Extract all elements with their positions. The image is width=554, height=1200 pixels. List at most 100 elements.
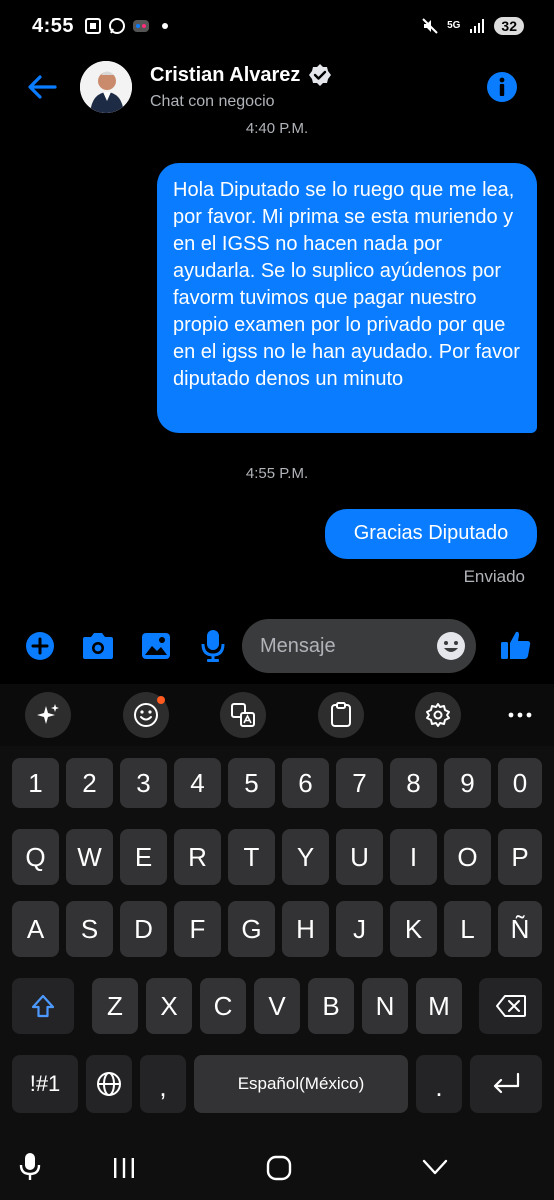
plus-circle-icon	[26, 632, 54, 660]
key-m[interactable]: M	[416, 978, 462, 1034]
microphone-icon	[201, 630, 225, 662]
status-bar: 4:55 5G 32	[0, 0, 554, 52]
settings-icon	[426, 703, 450, 727]
emoji-button[interactable]	[436, 631, 466, 661]
info-icon	[487, 72, 517, 102]
key-g[interactable]: G	[228, 901, 275, 957]
key-f[interactable]: F	[174, 901, 221, 957]
backspace-key[interactable]	[479, 978, 542, 1034]
voice-button[interactable]	[200, 629, 226, 663]
key-enye[interactable]: Ñ	[498, 901, 542, 957]
key-d[interactable]: D	[120, 901, 167, 957]
keyboard-settings-button[interactable]	[415, 692, 461, 738]
message-status: Enviado	[463, 567, 525, 586]
key-2[interactable]: 2	[66, 758, 113, 808]
info-button[interactable]	[486, 71, 518, 103]
key-e[interactable]: E	[120, 829, 167, 885]
key-y[interactable]: Y	[282, 829, 329, 885]
key-i[interactable]: I	[390, 829, 437, 885]
key-o[interactable]: O	[444, 829, 491, 885]
image-icon	[142, 633, 170, 659]
whatsapp-icon	[109, 18, 126, 34]
keyboard: 1 2 3 4 5 6 7 8 9 0 Q W E R T Y U I O P …	[0, 684, 554, 1200]
key-q[interactable]: Q	[12, 829, 59, 885]
chat-header: Cristian Alvarez Chat con negocio	[0, 52, 554, 122]
back-chevron-icon	[422, 1159, 448, 1175]
key-1[interactable]: 1	[12, 758, 59, 808]
key-3[interactable]: 3	[120, 758, 167, 808]
key-0[interactable]: 0	[498, 758, 542, 808]
translate-button[interactable]	[220, 692, 266, 738]
emoji-icon	[437, 632, 465, 660]
arrow-left-icon	[28, 75, 57, 99]
signal-icon	[470, 19, 485, 33]
back-nav-button[interactable]	[422, 1158, 448, 1181]
key-r[interactable]: R	[174, 829, 221, 885]
translate-icon	[231, 703, 255, 727]
key-s[interactable]: S	[66, 901, 113, 957]
mute-icon	[422, 18, 438, 34]
message-placeholder: Mensaje	[260, 634, 336, 657]
period-key[interactable]: .	[416, 1055, 462, 1113]
key-b[interactable]: B	[308, 978, 354, 1034]
system-icons: 5G 32	[421, 17, 524, 35]
backspace-icon	[495, 995, 526, 1017]
add-button[interactable]	[25, 631, 55, 661]
shift-icon	[31, 994, 55, 1018]
home-button[interactable]	[266, 1155, 292, 1186]
outgoing-message[interactable]: Hola Diputado se lo ruego que me lea, po…	[157, 163, 537, 433]
symbols-key[interactable]: !#1	[12, 1055, 78, 1113]
key-9[interactable]: 9	[444, 758, 491, 808]
comma-key[interactable]: ,	[140, 1055, 186, 1113]
key-8[interactable]: 8	[390, 758, 437, 808]
camera-button[interactable]	[81, 631, 115, 661]
ai-tools-button[interactable]	[25, 692, 71, 738]
key-t[interactable]: T	[228, 829, 275, 885]
key-k[interactable]: K	[390, 901, 437, 957]
message-text: Gracias Diputado	[353, 522, 509, 544]
enter-key[interactable]	[470, 1055, 542, 1113]
camera-icon	[83, 633, 113, 659]
avatar[interactable]	[80, 61, 132, 113]
like-button[interactable]	[500, 628, 532, 662]
key-c[interactable]: C	[200, 978, 246, 1034]
clipboard-button[interactable]	[318, 692, 364, 738]
language-key[interactable]	[86, 1055, 132, 1113]
verified-badge-icon	[309, 64, 332, 86]
voice-input-button[interactable]	[18, 1152, 42, 1187]
outgoing-message[interactable]: Gracias Diputado	[325, 509, 537, 559]
network-type: 5G	[447, 20, 461, 31]
shift-key[interactable]	[12, 978, 74, 1034]
messenger-dots-icon	[133, 20, 150, 32]
dot-icon	[162, 23, 169, 29]
key-n[interactable]: N	[362, 978, 408, 1034]
key-7[interactable]: 7	[336, 758, 383, 808]
system-navigation-bar	[0, 1134, 554, 1200]
contact-name-row[interactable]: Cristian Alvarez	[150, 63, 332, 87]
key-a[interactable]: A	[12, 901, 59, 957]
key-4[interactable]: 4	[174, 758, 221, 808]
message-input[interactable]: Mensaje	[242, 619, 476, 673]
key-u[interactable]: U	[336, 829, 383, 885]
emoji-panel-button[interactable]	[123, 692, 169, 738]
space-bar[interactable]: Español(México)	[194, 1055, 408, 1113]
key-6[interactable]: 6	[282, 758, 329, 808]
key-p[interactable]: P	[498, 829, 542, 885]
key-h[interactable]: H	[282, 901, 329, 957]
battery-level: 32	[494, 17, 524, 35]
key-z[interactable]: Z	[92, 978, 138, 1034]
enter-icon	[493, 1072, 520, 1094]
back-button[interactable]	[22, 67, 62, 107]
key-l[interactable]: L	[444, 901, 491, 957]
key-5[interactable]: 5	[228, 758, 275, 808]
more-options-button[interactable]	[497, 692, 543, 738]
gallery-button[interactable]	[140, 631, 172, 661]
key-w[interactable]: W	[66, 829, 113, 885]
notification-dot	[157, 696, 165, 704]
key-v[interactable]: V	[254, 978, 300, 1034]
key-x[interactable]: X	[146, 978, 192, 1034]
recent-apps-button[interactable]	[112, 1156, 136, 1185]
home-icon	[266, 1155, 292, 1181]
composer-bar: Mensaje	[0, 616, 554, 676]
key-j[interactable]: J	[336, 901, 383, 957]
